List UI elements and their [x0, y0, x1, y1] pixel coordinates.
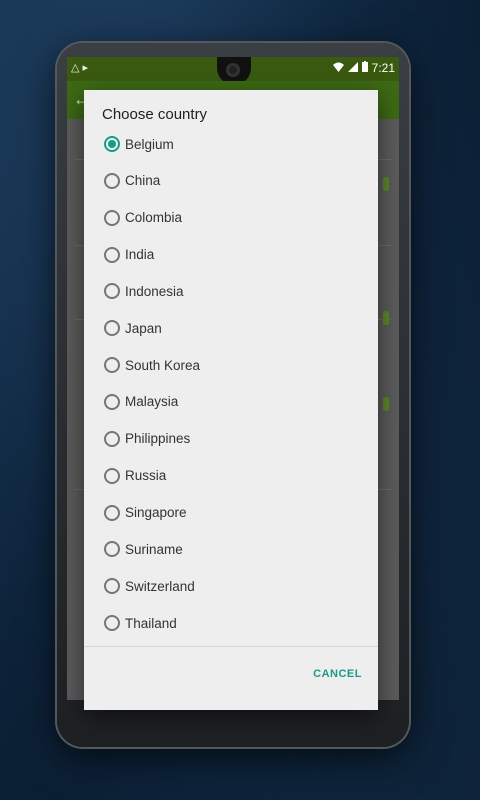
country-label: South Korea: [125, 357, 201, 373]
country-option-south-korea[interactable]: South Korea: [104, 352, 200, 378]
setting-checkbox[interactable]: [383, 397, 389, 411]
radio-button[interactable]: [104, 504, 120, 521]
front-camera: [226, 63, 240, 77]
battery-icon: [361, 61, 368, 75]
wifi-icon: [332, 61, 344, 75]
radio-button[interactable]: [104, 246, 120, 263]
radio-button[interactable]: [104, 393, 120, 410]
country-label: China: [125, 173, 161, 189]
country-option-switzerland[interactable]: Switzerland: [104, 573, 195, 599]
radio-button[interactable]: [104, 357, 120, 374]
country-option-philippines[interactable]: Philippines: [104, 426, 190, 452]
radio-button[interactable]: [104, 615, 120, 632]
radio-button[interactable]: [104, 320, 120, 337]
country-option-japan[interactable]: Japan: [104, 315, 162, 341]
radio-button[interactable]: [104, 541, 120, 558]
radio-button[interactable]: [104, 209, 120, 226]
country-option-china[interactable]: China: [104, 168, 160, 194]
country-label: Malaysia: [125, 394, 179, 410]
country-option-indonesia[interactable]: Indonesia: [104, 278, 184, 304]
signal-icon: [347, 61, 358, 75]
country-label: Japan: [125, 320, 162, 336]
radio-button[interactable]: [104, 430, 120, 447]
choose-country-dialog: Choose country Belgium China Colombia India…: [84, 90, 378, 710]
radio-button[interactable]: [104, 172, 120, 189]
radio-button[interactable]: [104, 578, 120, 595]
country-label: India: [125, 247, 155, 263]
country-option-thailand[interactable]: Thailand: [104, 610, 177, 636]
dialog-title: Choose country: [102, 106, 208, 123]
status-time: 7:21: [371, 61, 395, 75]
country-label: Suriname: [125, 541, 183, 557]
country-option-singapore[interactable]: Singapore: [104, 500, 187, 526]
radio-button[interactable]: [104, 283, 120, 300]
dialog-divider: [84, 646, 378, 647]
country-label: Belgium: [125, 136, 174, 152]
setting-checkbox[interactable]: [383, 177, 389, 191]
country-option-india[interactable]: India: [104, 242, 154, 268]
country-option-russia[interactable]: Russia: [104, 463, 166, 489]
notification-icons: △ ▸: [71, 62, 89, 74]
setting-checkbox[interactable]: [383, 311, 389, 325]
country-option-malaysia[interactable]: Malaysia: [104, 389, 178, 415]
country-label: Singapore: [125, 505, 187, 520]
radio-button[interactable]: [104, 136, 120, 152]
radio-button[interactable]: [104, 467, 120, 484]
country-option-suriname[interactable]: Suriname: [104, 536, 183, 562]
country-label: Switzerland: [125, 578, 195, 594]
cancel-button[interactable]: CANCEL: [313, 668, 362, 680]
status-icons: 7:21: [332, 61, 395, 75]
country-label: Colombia: [125, 210, 183, 226]
country-label: Philippines: [125, 431, 191, 447]
status-bar: △ ▸ 7:21: [67, 57, 399, 85]
country-label: Russia: [125, 468, 167, 484]
country-label: Thailand: [125, 615, 177, 631]
country-option-belgium[interactable]: Belgium: [104, 131, 174, 157]
country-label: Indonesia: [125, 283, 184, 299]
country-option-colombia[interactable]: Colombia: [104, 205, 182, 231]
